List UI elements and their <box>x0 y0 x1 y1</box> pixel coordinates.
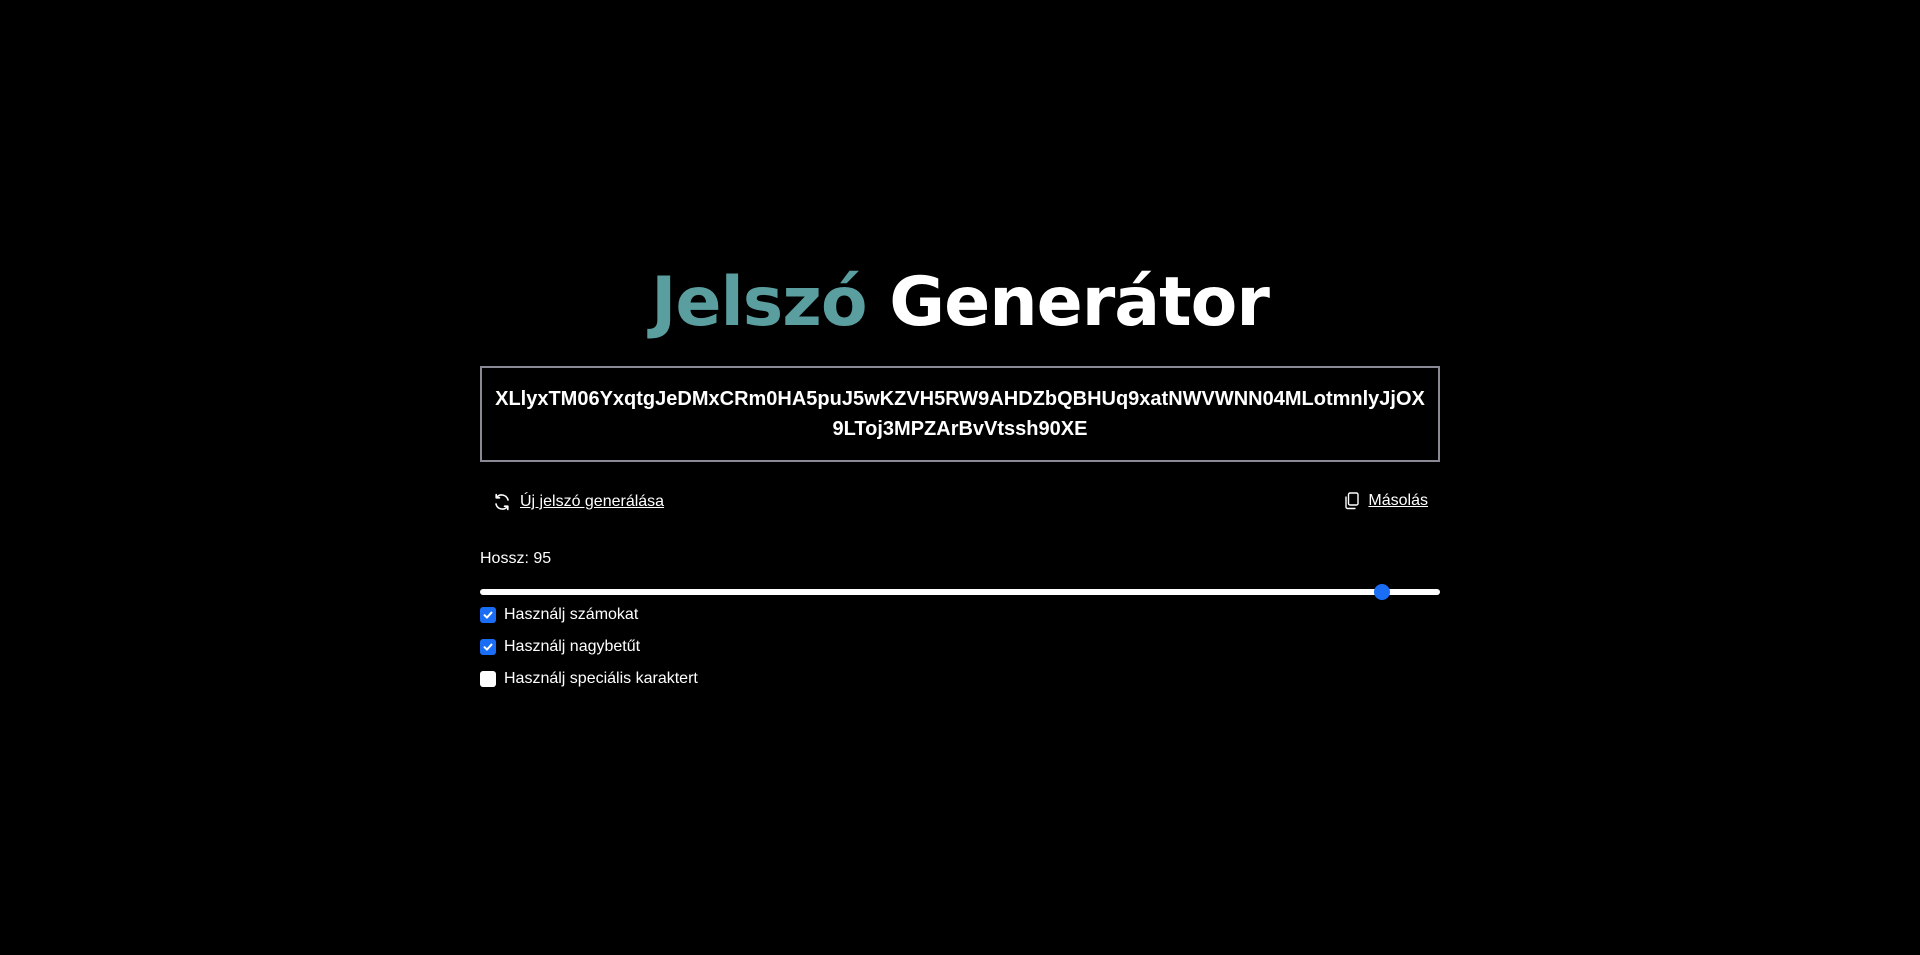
refresh-icon <box>492 492 512 512</box>
option-uppercase[interactable]: Használj nagybetűt <box>480 638 640 656</box>
copy-icon <box>1344 492 1360 510</box>
title-accent: Jelszó <box>651 263 867 342</box>
length-slider[interactable] <box>480 584 1440 600</box>
check-icon <box>483 611 493 619</box>
generate-button[interactable]: Új jelszó generálása <box>492 492 664 512</box>
numbers-checkbox[interactable] <box>480 607 496 623</box>
numbers-label: Használj számokat <box>504 606 639 623</box>
special-checkbox[interactable] <box>480 671 496 687</box>
page-title: Jelszó Generátor <box>480 258 1440 348</box>
copy-label: Másolás <box>1368 492 1428 509</box>
copy-button[interactable]: Másolás <box>1344 492 1428 510</box>
uppercase-label: Használj nagybetűt <box>504 638 641 655</box>
password-text: XLlyxTM06YxqtgJeDMxCRm0HA5puJ5wKZVH5RW9A… <box>495 388 1425 440</box>
option-numbers[interactable]: Használj számokat <box>480 606 638 624</box>
length-label: Hossz: 95 <box>480 550 552 567</box>
slider-thumb[interactable] <box>1374 584 1391 600</box>
action-bar: Új jelszó generálása Másolás <box>480 492 1440 520</box>
title-main: Generátor <box>889 263 1270 342</box>
uppercase-checkbox[interactable] <box>480 639 496 655</box>
slider-track[interactable] <box>480 589 1440 595</box>
check-icon <box>483 643 493 651</box>
password-display[interactable]: XLlyxTM06YxqtgJeDMxCRm0HA5puJ5wKZVH5RW9A… <box>480 366 1440 462</box>
option-special[interactable]: Használj speciális karaktert <box>480 670 698 688</box>
generate-label: Új jelszó generálása <box>520 493 665 510</box>
special-label: Használj speciális karaktert <box>504 670 698 687</box>
